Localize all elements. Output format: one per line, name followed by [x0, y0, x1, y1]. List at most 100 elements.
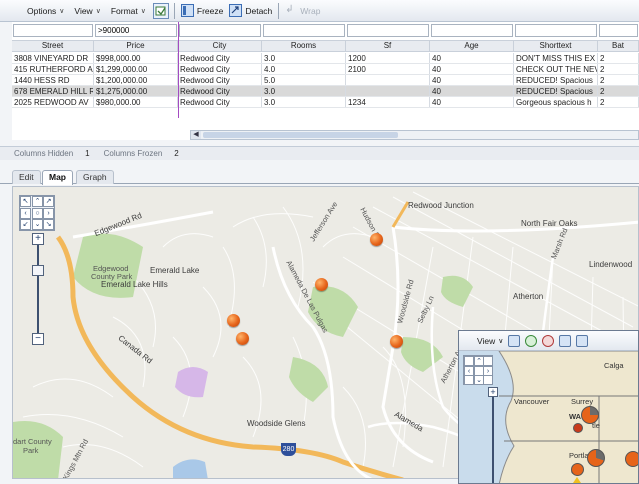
pan-down-left-icon[interactable]: ↙: [20, 219, 31, 230]
pan-down-right-icon[interactable]: [483, 375, 493, 385]
filter-city-input[interactable]: [179, 24, 261, 37]
overview-pie-marker[interactable]: [587, 449, 605, 467]
filter-city[interactable]: [178, 24, 262, 38]
cell-city[interactable]: Redwood City: [178, 53, 262, 63]
wrap-button[interactable]: ↲ Wrap: [282, 3, 323, 19]
table-row[interactable]: 415 RUTHERFORD A' $1,299,000.00 Redwood Ci…: [12, 64, 639, 75]
cell-rooms[interactable]: 3.0: [262, 97, 346, 107]
table-row[interactable]: 1440 HESS RD $1,200,000.00 Redwood City 5.0…: [12, 75, 639, 86]
cell-age[interactable]: 40: [430, 86, 514, 96]
cell-street[interactable]: 2025 REDWOOD AV: [12, 97, 94, 107]
format-menu[interactable]: Format ∨: [106, 3, 151, 19]
cell-price[interactable]: $1,200,000.00: [94, 75, 178, 85]
filter-bat-input[interactable]: [599, 24, 638, 37]
cell-city[interactable]: Redwood City: [178, 86, 262, 96]
pan-hand-icon[interactable]: [508, 334, 521, 347]
column-header-sf[interactable]: Sf: [346, 41, 430, 51]
cell-rooms[interactable]: 3.0: [262, 86, 346, 96]
cell-city[interactable]: Redwood City: [178, 75, 262, 85]
cell-sf[interactable]: [346, 75, 430, 85]
cell-sf[interactable]: 1200: [346, 53, 430, 63]
cell-shorttext[interactable]: REDUCED! Spacious: [514, 75, 598, 85]
cell-sf[interactable]: 2100: [346, 64, 430, 74]
property-marker[interactable]: [236, 332, 249, 345]
column-header-street[interactable]: Street: [12, 41, 94, 51]
overview-alert-marker[interactable]: [573, 423, 583, 433]
zoom-out-icon[interactable]: [542, 334, 555, 347]
cell-city[interactable]: Redwood City: [178, 97, 262, 107]
cell-shorttext[interactable]: DON'T MISS THIS EX: [514, 53, 598, 63]
column-header-price[interactable]: Price: [94, 41, 178, 51]
filter-sf-input[interactable]: [347, 24, 429, 37]
tab-edit[interactable]: Edit: [12, 170, 41, 184]
pan-center-icon[interactable]: ○: [32, 208, 43, 219]
cell-bat[interactable]: 2: [598, 86, 639, 96]
cell-shorttext[interactable]: CHECK OUT THE NEV: [514, 64, 598, 74]
scroll-left-icon[interactable]: ◀: [191, 131, 201, 139]
zoom-out-icon[interactable]: −: [32, 333, 44, 345]
overview-pie-marker[interactable]: [581, 406, 599, 424]
cell-shorttext[interactable]: Gorgeous spacious h: [514, 97, 598, 107]
horizontal-scrollbar[interactable]: ◀: [190, 130, 639, 140]
overview-zoom-in-icon[interactable]: +: [488, 387, 498, 397]
cell-sf[interactable]: [346, 86, 430, 96]
cell-rooms[interactable]: 5.0: [262, 75, 346, 85]
filter-street[interactable]: [12, 24, 94, 38]
filter-sf[interactable]: [346, 24, 430, 38]
cell-age[interactable]: 40: [430, 75, 514, 85]
pan-up-right-icon[interactable]: ↗: [43, 196, 54, 207]
cell-rooms[interactable]: 3.0: [262, 53, 346, 63]
cell-street[interactable]: 415 RUTHERFORD A': [12, 64, 94, 74]
cell-age[interactable]: 40: [430, 64, 514, 74]
cell-rooms[interactable]: 4.0: [262, 64, 346, 74]
overview-zoom-track[interactable]: [492, 397, 494, 483]
scrollbar-thumb[interactable]: [203, 132, 398, 138]
cell-street[interactable]: 3808 VINEYARD DR: [12, 53, 94, 63]
filter-shorttext[interactable]: [514, 24, 598, 38]
zoom-slider-thumb[interactable]: [32, 265, 44, 276]
cell-price[interactable]: $1,299,000.00: [94, 64, 178, 74]
overview-pan-control[interactable]: ⌃ ‹ › ⌄: [463, 355, 493, 385]
cell-shorttext[interactable]: REDUCED! Spacious: [514, 86, 598, 96]
table-row[interactable]: 678 EMERALD HILL R $1,275,000.00 Redwood C…: [12, 86, 639, 97]
column-header-city[interactable]: City: [178, 41, 262, 51]
column-header-rooms[interactable]: Rooms: [262, 41, 346, 51]
cell-price[interactable]: $998,000.00: [94, 53, 178, 63]
column-header-bat[interactable]: Bat: [598, 41, 639, 51]
column-header-age[interactable]: Age: [430, 41, 514, 51]
cell-street[interactable]: 678 EMERALD HILL R: [12, 86, 94, 96]
cell-bat[interactable]: 2: [598, 53, 639, 63]
cell-bat[interactable]: 2: [598, 64, 639, 74]
filter-rooms-input[interactable]: [263, 24, 345, 37]
zoom-in-icon[interactable]: +: [32, 233, 44, 245]
pan-control[interactable]: ↖ ⌃ ↗ ‹ ○ › ↙ ⌄ ↘: [19, 195, 55, 231]
filter-rooms[interactable]: [262, 24, 346, 38]
property-marker[interactable]: [315, 278, 328, 291]
pan-down-right-icon[interactable]: ↘: [43, 219, 54, 230]
filter-bat[interactable]: [598, 24, 639, 38]
filter-age[interactable]: [430, 24, 514, 38]
cell-city[interactable]: Redwood City: [178, 64, 262, 74]
property-marker[interactable]: [227, 314, 240, 327]
cell-age[interactable]: 40: [430, 53, 514, 63]
pan-left-icon[interactable]: ‹: [20, 208, 31, 219]
overview-pie-marker[interactable]: [571, 463, 584, 476]
filter-street-input[interactable]: [13, 24, 93, 37]
tab-graph[interactable]: Graph: [76, 170, 114, 184]
pan-up-icon[interactable]: ⌃: [32, 196, 43, 207]
detach-button[interactable]: Detach: [226, 3, 275, 19]
pan-up-left-icon[interactable]: ↖: [20, 196, 31, 207]
pan-down-icon[interactable]: ⌄: [32, 219, 43, 230]
overview-map[interactable]: View ∨ ⌃ ‹ › ⌄ + Calga Vancouver Surrey …: [458, 330, 639, 484]
zoom-in-icon[interactable]: [525, 334, 538, 347]
overview-pie-marker[interactable]: [625, 451, 638, 467]
cell-bat[interactable]: 2: [598, 97, 639, 107]
column-header-shorttext[interactable]: Shorttext: [514, 41, 598, 51]
view-menu[interactable]: View ∨: [69, 3, 105, 19]
cell-bat[interactable]: 2: [598, 75, 639, 85]
zoom-slider-track[interactable]: [37, 237, 39, 337]
pan-up-left-icon[interactable]: [464, 356, 474, 366]
pan-down-left-icon[interactable]: [464, 375, 474, 385]
tab-map[interactable]: Map: [42, 170, 73, 185]
table-row[interactable]: 3808 VINEYARD DR $998,000.00 Redwood City 3…: [12, 53, 639, 64]
